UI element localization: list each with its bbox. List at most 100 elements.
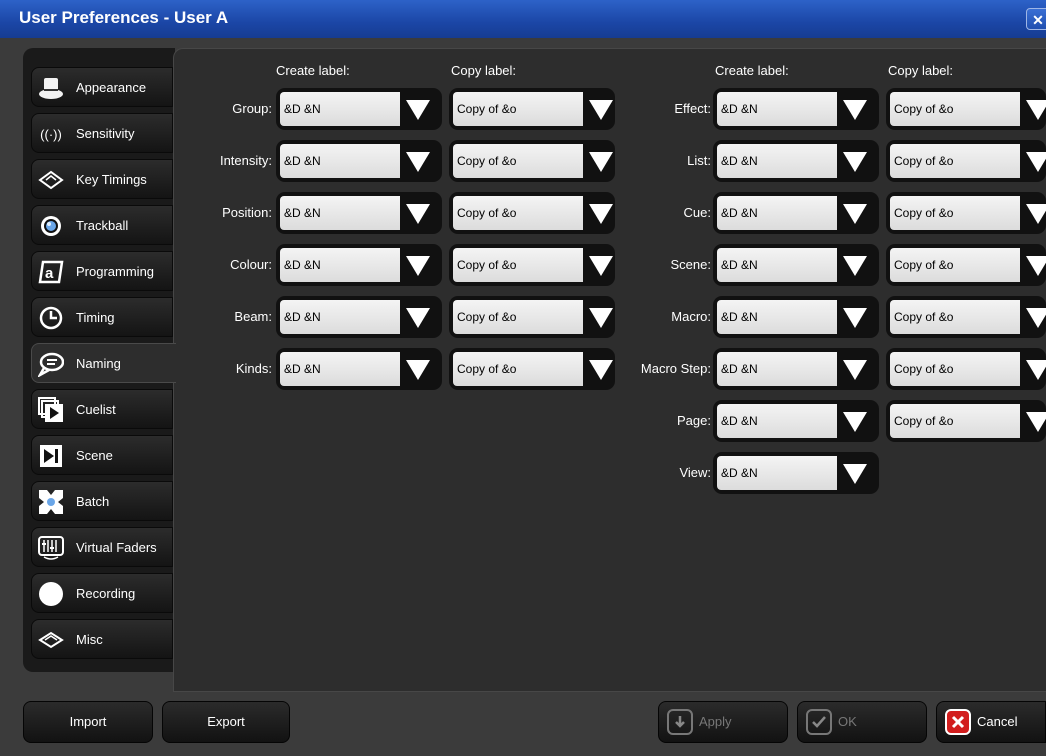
sidebar-item-scene[interactable]: Scene bbox=[31, 435, 173, 475]
copy-label-combo-value[interactable]: Copy of &o bbox=[890, 144, 1020, 178]
sidebar-item-key-timings[interactable]: Key Timings bbox=[31, 159, 173, 199]
chevron-down-icon[interactable] bbox=[1026, 256, 1046, 276]
chevron-down-icon[interactable] bbox=[1026, 204, 1046, 224]
import-button[interactable]: Import bbox=[23, 701, 153, 743]
ok-button[interactable]: OK bbox=[797, 701, 927, 743]
chevron-down-icon[interactable] bbox=[406, 204, 430, 224]
export-button[interactable]: Export bbox=[162, 701, 290, 743]
create-label-combo[interactable]: &D &N bbox=[713, 244, 879, 286]
copy-label-combo-value[interactable]: Copy of &o bbox=[890, 404, 1020, 438]
create-label-combo-value[interactable]: &D &N bbox=[280, 300, 400, 334]
create-label-combo-value[interactable]: &D &N bbox=[717, 196, 837, 230]
chevron-down-icon[interactable] bbox=[843, 308, 867, 328]
copy-label-combo[interactable]: Copy of &o bbox=[886, 244, 1046, 286]
copy-label-combo[interactable]: Copy of &o bbox=[886, 88, 1046, 130]
chevron-down-icon[interactable] bbox=[843, 256, 867, 276]
chevron-down-icon[interactable] bbox=[843, 360, 867, 380]
sidebar-item-appearance[interactable]: Appearance bbox=[31, 67, 173, 107]
copy-label-combo-value[interactable]: Copy of &o bbox=[890, 248, 1020, 282]
sidebar-item-virtual-faders[interactable]: Virtual Faders bbox=[31, 527, 173, 567]
chevron-down-icon[interactable] bbox=[406, 256, 430, 276]
copy-label-combo-value[interactable]: Copy of &o bbox=[453, 144, 583, 178]
create-label-combo[interactable]: &D &N bbox=[276, 244, 442, 286]
sidebar-item-naming[interactable]: Naming bbox=[31, 343, 176, 383]
create-label-combo[interactable]: &D &N bbox=[276, 296, 442, 338]
sidebar-item-programming[interactable]: a Programming bbox=[31, 251, 173, 291]
copy-label-combo-value[interactable]: Copy of &o bbox=[890, 300, 1020, 334]
chevron-down-icon[interactable] bbox=[589, 100, 613, 120]
create-label-combo-value[interactable]: &D &N bbox=[280, 144, 400, 178]
create-label-combo[interactable]: &D &N bbox=[713, 452, 879, 494]
create-label-combo-value[interactable]: &D &N bbox=[717, 404, 837, 438]
sidebar-item-sensitivity[interactable]: ((·)) Sensitivity bbox=[31, 113, 173, 153]
create-label-combo-value[interactable]: &D &N bbox=[280, 196, 400, 230]
create-label-combo[interactable]: &D &N bbox=[713, 400, 879, 442]
copy-label-combo[interactable]: Copy of &o bbox=[886, 348, 1046, 390]
create-label-combo-value[interactable]: &D &N bbox=[717, 300, 837, 334]
sidebar-item-batch[interactable]: Batch bbox=[31, 481, 173, 521]
chevron-down-icon[interactable] bbox=[406, 100, 430, 120]
create-label-combo-value[interactable]: &D &N bbox=[717, 92, 837, 126]
chevron-down-icon[interactable] bbox=[589, 360, 613, 380]
create-label-combo-value[interactable]: &D &N bbox=[717, 144, 837, 178]
copy-label-combo-value[interactable]: Copy of &o bbox=[453, 92, 583, 126]
sidebar-item-timing[interactable]: Timing bbox=[31, 297, 173, 337]
chevron-down-icon[interactable] bbox=[1026, 152, 1046, 172]
sidebar-item-trackball[interactable]: Trackball bbox=[31, 205, 173, 245]
chevron-down-icon[interactable] bbox=[589, 152, 613, 172]
cancel-button[interactable]: Cancel bbox=[936, 701, 1046, 743]
create-label-combo[interactable]: &D &N bbox=[713, 88, 879, 130]
create-label-combo-value[interactable]: &D &N bbox=[717, 248, 837, 282]
sidebar-item-recording[interactable]: Recording bbox=[31, 573, 173, 613]
chevron-down-icon[interactable] bbox=[1026, 360, 1046, 380]
chevron-down-icon[interactable] bbox=[406, 308, 430, 328]
copy-label-combo[interactable]: Copy of &o bbox=[886, 296, 1046, 338]
copy-label-combo[interactable]: Copy of &o bbox=[449, 192, 615, 234]
apply-button[interactable]: Apply bbox=[658, 701, 788, 743]
create-label-combo-value[interactable]: &D &N bbox=[280, 352, 400, 386]
copy-label-combo-value[interactable]: Copy of &o bbox=[453, 300, 583, 334]
copy-label-combo-value[interactable]: Copy of &o bbox=[890, 352, 1020, 386]
create-label-combo-value[interactable]: &D &N bbox=[717, 456, 837, 490]
create-label-combo[interactable]: &D &N bbox=[276, 348, 442, 390]
chevron-down-icon[interactable] bbox=[589, 256, 613, 276]
copy-label-combo[interactable]: Copy of &o bbox=[449, 296, 615, 338]
copy-label-combo-value[interactable]: Copy of &o bbox=[453, 352, 583, 386]
create-label-combo[interactable]: &D &N bbox=[276, 88, 442, 130]
chevron-down-icon[interactable] bbox=[406, 360, 430, 380]
chevron-down-icon[interactable] bbox=[406, 152, 430, 172]
copy-label-combo[interactable]: Copy of &o bbox=[449, 140, 615, 182]
chevron-down-icon[interactable] bbox=[1026, 308, 1046, 328]
create-label-combo[interactable]: &D &N bbox=[276, 140, 442, 182]
sidebar-item-misc[interactable]: Misc bbox=[31, 619, 173, 659]
close-icon[interactable]: ✕ bbox=[1026, 8, 1046, 30]
chevron-down-icon[interactable] bbox=[843, 464, 867, 484]
copy-label-combo[interactable]: Copy of &o bbox=[449, 88, 615, 130]
copy-label-combo[interactable]: Copy of &o bbox=[886, 140, 1046, 182]
sidebar-item-cuelist[interactable]: Cuelist bbox=[31, 389, 173, 429]
create-label-combo[interactable]: &D &N bbox=[713, 192, 879, 234]
copy-label-combo-value[interactable]: Copy of &o bbox=[890, 92, 1020, 126]
chevron-down-icon[interactable] bbox=[589, 204, 613, 224]
chevron-down-icon[interactable] bbox=[843, 204, 867, 224]
chevron-down-icon[interactable] bbox=[1026, 412, 1046, 432]
create-label-combo-value[interactable]: &D &N bbox=[280, 248, 400, 282]
copy-label-combo-value[interactable]: Copy of &o bbox=[453, 196, 583, 230]
create-label-combo-value[interactable]: &D &N bbox=[717, 352, 837, 386]
chevron-down-icon[interactable] bbox=[843, 100, 867, 120]
create-label-combo-value[interactable]: &D &N bbox=[280, 92, 400, 126]
copy-label-combo[interactable]: Copy of &o bbox=[449, 348, 615, 390]
create-label-combo[interactable]: &D &N bbox=[713, 296, 879, 338]
create-label-combo[interactable]: &D &N bbox=[713, 140, 879, 182]
chevron-down-icon[interactable] bbox=[843, 152, 867, 172]
copy-label-combo-value[interactable]: Copy of &o bbox=[453, 248, 583, 282]
chevron-down-icon[interactable] bbox=[843, 412, 867, 432]
copy-label-combo[interactable]: Copy of &o bbox=[886, 192, 1046, 234]
copy-label-combo-value[interactable]: Copy of &o bbox=[890, 196, 1020, 230]
create-label-combo[interactable]: &D &N bbox=[276, 192, 442, 234]
chevron-down-icon[interactable] bbox=[589, 308, 613, 328]
copy-label-combo[interactable]: Copy of &o bbox=[886, 400, 1046, 442]
chevron-down-icon[interactable] bbox=[1026, 100, 1046, 120]
create-label-combo[interactable]: &D &N bbox=[713, 348, 879, 390]
copy-label-combo[interactable]: Copy of &o bbox=[449, 244, 615, 286]
